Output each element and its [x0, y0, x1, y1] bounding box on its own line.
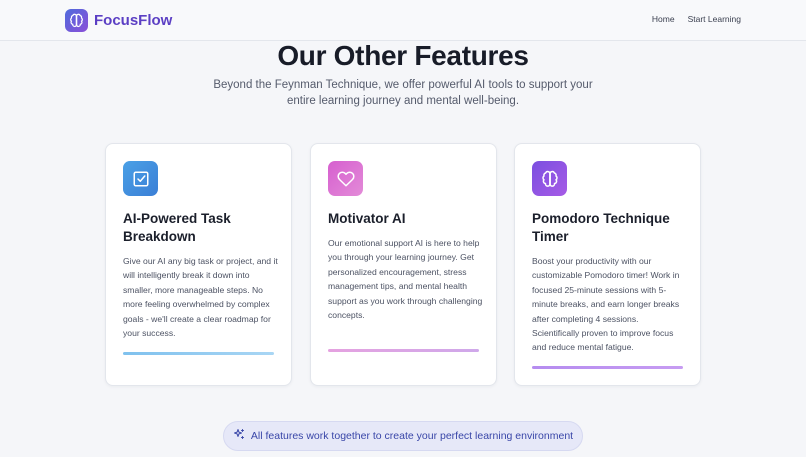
brain-icon — [532, 161, 567, 196]
feature-description: Give our AI any big task or project, and… — [123, 256, 278, 339]
brain-icon — [65, 9, 88, 32]
features-summary-badge: All features work together to create you… — [223, 421, 583, 451]
feature-title: AI-Powered Task Breakdown — [123, 211, 231, 244]
feature-card-motivator-ai: Motivator AI Our emotional support AI is… — [310, 143, 497, 386]
feature-accent-bar — [328, 349, 479, 352]
feature-card-pomodoro-timer: Pomodoro Technique Timer Boost your prod… — [514, 143, 701, 386]
sparkles-icon — [233, 427, 245, 445]
feature-title: Motivator AI — [328, 211, 406, 226]
nav-links: Home Start Learning — [652, 14, 741, 24]
feature-description: Boost your productivity with our customi… — [532, 256, 680, 353]
feature-description: Our emotional support AI is here to help… — [328, 238, 483, 321]
features-summary-text: All features work together to create you… — [250, 430, 574, 442]
brand-name: FocusFlow — [94, 12, 173, 29]
heart-icon — [328, 161, 363, 196]
section-subtitle: Beyond the Feynman Technique, we offer p… — [213, 79, 593, 107]
nav-link-start-learning[interactable]: Start Learning — [688, 14, 741, 24]
feature-card-task-breakdown: AI-Powered Task Breakdown Give our AI an… — [105, 143, 292, 386]
section-title: Our Other Features — [277, 40, 529, 71]
feature-accent-bar — [123, 352, 274, 355]
feature-title: Pomodoro Technique Timer — [532, 211, 670, 244]
checkbox-icon — [123, 161, 158, 196]
feature-accent-bar — [532, 366, 683, 369]
nav-link-home[interactable]: Home — [652, 14, 675, 24]
brand[interactable]: FocusFlow — [65, 9, 172, 32]
navbar: FocusFlow Home Start Learning — [0, 0, 806, 41]
